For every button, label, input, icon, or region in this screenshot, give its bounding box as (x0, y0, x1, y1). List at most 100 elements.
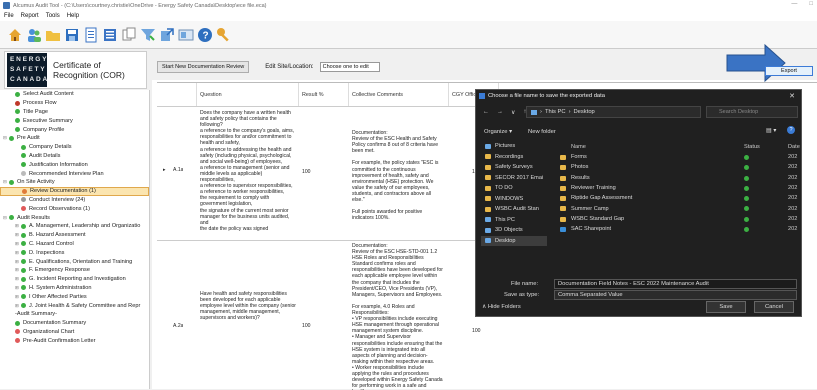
row-comments[interactable]: Documentation: Review of the ESC HSE-STD… (352, 243, 444, 390)
recent-icon[interactable]: ∨ (511, 109, 515, 116)
tree-item[interactable]: ⊟ Pre Audit (0, 134, 149, 143)
expand-icon[interactable]: ⊟ (3, 179, 8, 185)
expand-icon[interactable]: ⊞ (15, 294, 20, 300)
tree-item[interactable]: Conduct Interview (24) (0, 196, 149, 205)
home-icon[interactable] (6, 26, 23, 44)
tree-item[interactable]: Title Page (0, 108, 149, 117)
address-bar[interactable]: › This PC › Desktop (526, 106, 701, 118)
tree-item[interactable]: ⊞ I Other Affected Parties (0, 292, 149, 301)
expand-icon[interactable]: ⊟ (3, 135, 8, 141)
save-button[interactable]: Save (706, 301, 746, 313)
maximize-button[interactable]: □ (809, 1, 813, 7)
tree-item[interactable]: Company Profile (0, 125, 149, 134)
expand-icon[interactable]: ⊞ (15, 250, 20, 256)
expand-icon[interactable]: ⊞ (15, 259, 20, 265)
start-new-review-button[interactable]: Start New Documentation Review (157, 61, 250, 73)
copy-icon[interactable] (120, 26, 137, 44)
file-row[interactable]: WSBC Standard Gap 202 (556, 214, 803, 224)
expand-icon[interactable]: ⊞ (15, 303, 20, 309)
row-result[interactable]: 100 (302, 323, 311, 329)
tree-item[interactable]: ⊞ F. Emergency Response (0, 266, 149, 275)
key-icon[interactable] (215, 26, 232, 44)
row-comments[interactable]: Documentation: Review of the ESC Health … (352, 130, 444, 238)
expand-icon[interactable]: ⊟ (3, 215, 8, 221)
file-row[interactable]: Photos 202 (556, 162, 803, 172)
nav-item[interactable]: SECOR 2017 Emai (481, 173, 547, 184)
tree-item[interactable]: ⊞ G. Incident Reporting and Investigation (0, 275, 149, 284)
tree-item[interactable]: ⊞ H. System Administration (0, 284, 149, 293)
tree-item[interactable]: Process Flow (0, 99, 149, 108)
nav-item[interactable]: Recordings (481, 152, 547, 163)
menu-report[interactable]: Report (21, 13, 39, 19)
file-row[interactable]: Summer Camp 202 (556, 203, 803, 213)
tree-item[interactable]: Documentation Summary (0, 319, 149, 328)
tree-item[interactable]: Organizational Chart (0, 328, 149, 337)
column-date[interactable]: Date (788, 144, 800, 150)
breadcrumb-desktop[interactable]: Desktop (574, 109, 595, 115)
help-icon[interactable]: ? (787, 126, 795, 134)
nav-item[interactable]: WSBC Audit Stan (481, 204, 547, 215)
save-type-select[interactable]: Comma Separated Value (554, 289, 797, 300)
row-office[interactable]: 100 (472, 328, 481, 334)
nav-item[interactable]: This PC (481, 215, 547, 226)
nav-item[interactable]: WINDOWS (481, 194, 547, 205)
nav-item[interactable]: TO DO (481, 183, 547, 194)
people-icon[interactable] (25, 26, 42, 44)
tree-item[interactable]: ⊞ C. Hazard Control (0, 240, 149, 249)
file-row[interactable]: Forms 202 (556, 152, 803, 162)
menu-help[interactable]: Help (67, 13, 79, 19)
filter-icon[interactable] (139, 26, 156, 44)
cancel-button[interactable]: Cancel (754, 301, 794, 313)
nav-item[interactable]: Safety Surveys (481, 162, 547, 173)
file-row[interactable]: SAC Sharepoint 202 (556, 224, 803, 234)
tree-item[interactable]: Record Observations (1) (0, 204, 149, 213)
file-name-input[interactable]: Documentation Field Notes - ESC 2022 Mai… (554, 278, 797, 289)
expand-icon[interactable]: ⊞ (15, 223, 20, 229)
help-icon[interactable]: ? (196, 26, 213, 44)
hide-folders-toggle[interactable]: ∧ Hide Folders (482, 304, 521, 310)
document-icon[interactable] (82, 26, 99, 44)
column-status[interactable]: Status (744, 144, 760, 150)
tree-item[interactable]: -Audit Summary- (0, 310, 149, 319)
tree-item[interactable]: ⊞ A. Management, Leadership and Organizat… (0, 222, 149, 231)
minimize-button[interactable]: — (791, 1, 797, 7)
tree-item[interactable]: ⊞ J. Joint Health & Safety Committee and … (0, 301, 149, 310)
expand-icon[interactable]: ⊞ (15, 267, 20, 273)
tree-item[interactable]: Justification Information (0, 160, 149, 169)
slides-icon[interactable] (177, 26, 194, 44)
export-button[interactable]: Export (765, 66, 813, 76)
tree-item[interactable]: Audit Details (0, 152, 149, 161)
column-name[interactable]: Name (571, 144, 586, 150)
tree-item[interactable]: Company Details (0, 143, 149, 152)
new-folder-button[interactable]: New folder (528, 129, 556, 135)
tree-item[interactable]: ⊞ B. Hazard Assessment (0, 231, 149, 240)
nav-item[interactable]: 3D Objects (481, 225, 547, 236)
forward-icon[interactable]: → (497, 109, 503, 115)
nav-item[interactable]: Pictures (481, 141, 547, 152)
expand-icon[interactable]: ⊞ (15, 285, 20, 291)
folder-icon[interactable] (44, 26, 61, 44)
tree-item[interactable]: Executive Summary (0, 116, 149, 125)
breadcrumb-this-pc[interactable]: This PC (545, 109, 566, 115)
row-question[interactable]: Have health and safety responsibilities … (200, 291, 296, 351)
expand-icon[interactable]: ⊞ (15, 276, 20, 282)
menu-tools[interactable]: Tools (46, 13, 60, 19)
site-select[interactable]: Choose one to edit (319, 62, 380, 72)
row-result[interactable]: 100 (302, 169, 311, 175)
back-icon[interactable]: ← (483, 109, 489, 115)
menu-file[interactable]: File (4, 13, 14, 19)
tree-item[interactable]: Pre-Audit Confirmation Letter (0, 336, 149, 345)
list-icon[interactable] (101, 26, 118, 44)
tree-item[interactable]: Select Audit Content (0, 90, 149, 99)
file-row[interactable]: Results 202 (556, 173, 803, 183)
tree-item[interactable]: ⊞ D. Inspections (0, 248, 149, 257)
close-icon[interactable]: ✕ (789, 92, 795, 100)
row-question[interactable]: Does the company have a written health a… (200, 110, 296, 238)
view-options-icon[interactable]: ▤ ▾ (766, 127, 776, 134)
tree-item[interactable]: ⊞ E. Qualifications, Orientation and Trai… (0, 257, 149, 266)
file-row[interactable]: Riptide Gap Assessment 202 (556, 193, 803, 203)
export-icon[interactable] (158, 26, 175, 44)
file-row[interactable]: Reviewer Training 202 (556, 183, 803, 193)
search-input[interactable]: Search Desktop (706, 106, 798, 118)
save-icon[interactable] (63, 26, 80, 44)
